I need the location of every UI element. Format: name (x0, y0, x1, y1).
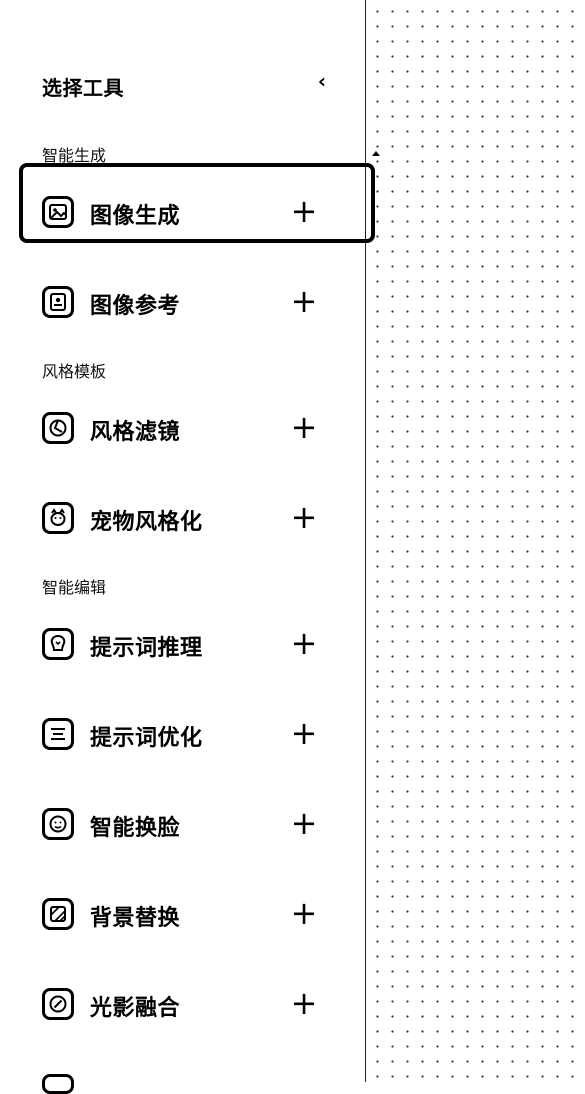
face-swap-icon (42, 808, 74, 840)
light-blend-icon (42, 988, 74, 1020)
tool-item-image-generate[interactable]: 图像生成 + (42, 194, 332, 234)
tool-item-face-swap[interactable]: 智能换脸 + (42, 806, 332, 846)
tool-label: 图像生成 (90, 204, 181, 229)
tool-label: 提示词优化 (90, 726, 203, 751)
tool-item-style-filter[interactable]: 风格滤镜 + (42, 410, 332, 450)
tool-item-background-replace[interactable]: 背景替换 + (42, 896, 332, 936)
tool-item-light-blend[interactable]: 光影融合 + (42, 986, 332, 1026)
tool-label: 图像参考 (90, 294, 181, 319)
prompt-optimize-icon (42, 718, 74, 750)
add-tool-button[interactable]: + (290, 896, 318, 932)
tool-item-image-reference[interactable]: 图像参考 + (42, 284, 332, 324)
pet-style-icon (42, 502, 74, 534)
section-title-smart-generate: 智能生成 (42, 146, 107, 165)
collapse-panel-button[interactable]: ‹ (312, 70, 332, 94)
add-tool-button[interactable]: + (290, 986, 318, 1022)
tool-item-prompt-optimize[interactable]: 提示词优化 + (42, 716, 332, 756)
tool-label: 背景替换 (90, 906, 181, 931)
image-reference-icon (42, 286, 74, 318)
add-tool-button[interactable]: + (290, 626, 318, 662)
scroll-up-indicator (372, 151, 380, 156)
partial-tool-icon (42, 1074, 74, 1094)
tool-label: 风格滤镜 (90, 420, 181, 445)
add-tool-button[interactable]: + (290, 194, 318, 230)
tool-item-pet-style[interactable]: 宠物风格化 + (42, 500, 332, 540)
tool-label: 宠物风格化 (90, 510, 203, 535)
add-tool-button[interactable]: + (290, 410, 318, 446)
tool-item-prompt-reasoning[interactable]: 提示词推理 + (42, 626, 332, 666)
add-tool-button[interactable]: + (290, 716, 318, 752)
section-title-style-templates: 风格模板 (42, 362, 107, 381)
section-title-smart-edit: 智能编辑 (42, 578, 107, 597)
tool-label: 光影融合 (90, 996, 181, 1021)
dot-grid-canvas[interactable] (366, 0, 585, 1082)
style-filter-icon (42, 412, 74, 444)
add-tool-button[interactable]: + (290, 806, 318, 842)
image-generate-icon (42, 196, 74, 228)
tool-selection-panel: 选择工具 ‹ 智能生成 图像生成 + 图像参考 + 风格模板 风格滤镜 + 宠物… (0, 0, 375, 1094)
prompt-reasoning-icon (42, 628, 74, 660)
tool-label: 智能换脸 (90, 816, 181, 841)
add-tool-button[interactable]: + (290, 500, 318, 536)
background-replace-icon (42, 898, 74, 930)
add-tool-button[interactable]: + (290, 284, 318, 320)
panel-header: 选择工具 ‹ (42, 70, 332, 102)
panel-title: 选择工具 (42, 76, 124, 100)
tool-label: 提示词推理 (90, 636, 203, 661)
